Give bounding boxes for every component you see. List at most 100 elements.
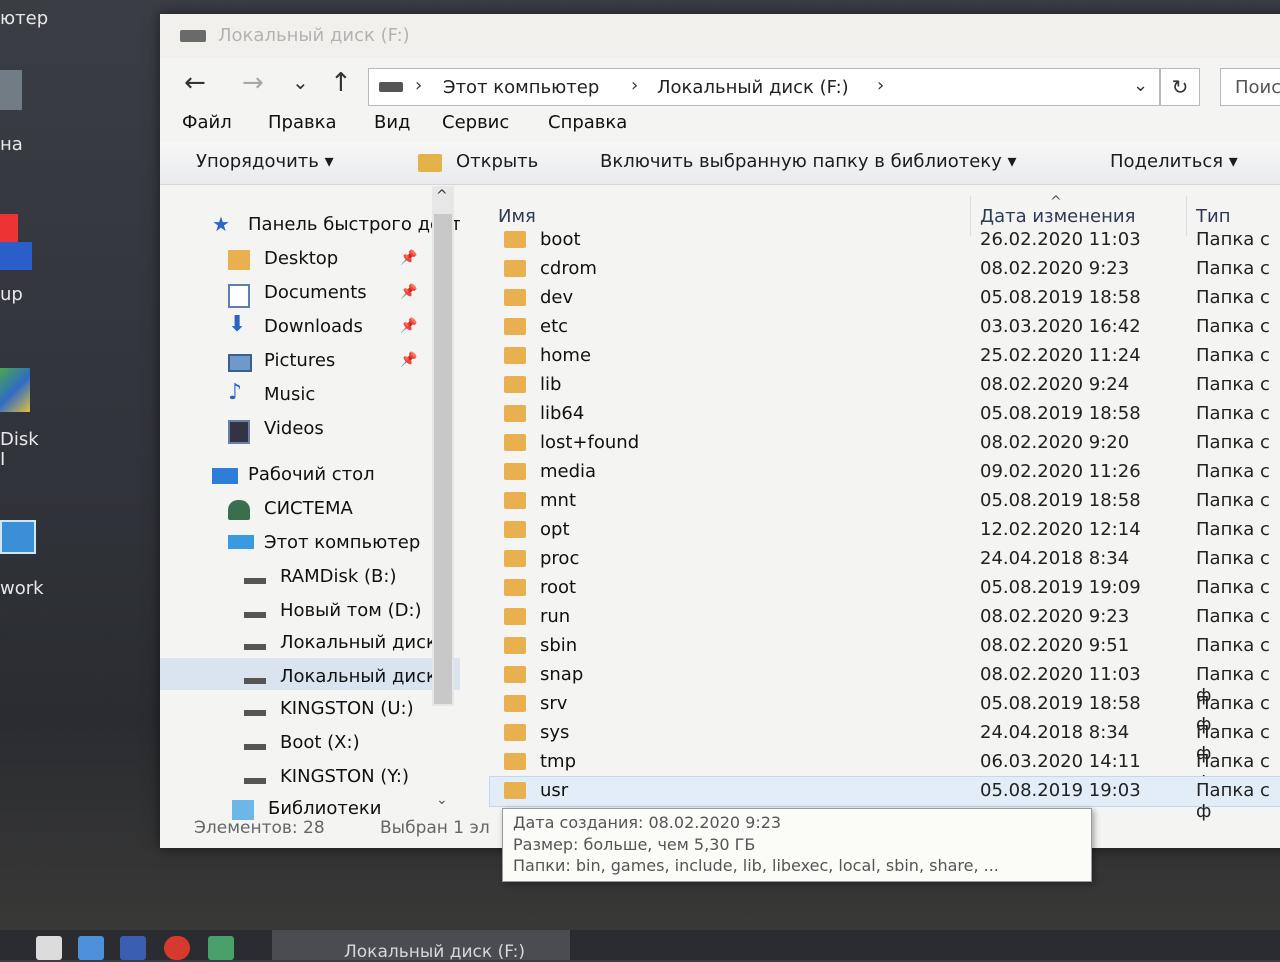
file-row[interactable]: lib64 05.08.2019 18:58 Папка с (490, 400, 1280, 429)
folder-icon (504, 347, 526, 364)
file-row[interactable]: sys 24.04.2018 8:34 Папка с ф (490, 719, 1280, 764)
address-history-dropdown[interactable]: ⌄ (1133, 75, 1148, 96)
file-row[interactable]: opt 12.02.2020 12:14 Папка с (490, 516, 1280, 545)
menu-edit[interactable]: Правка (268, 112, 337, 133)
navigation-bar: ← → ⌄ ↑ › Этот компьютер › Локальный дис… (160, 62, 1280, 112)
disk-tool-icon (0, 368, 30, 412)
scroll-down-arrow[interactable]: ⌄ (436, 792, 448, 808)
desktop-icon-backup[interactable] (0, 214, 36, 274)
file-row[interactable]: etc 03.03.2020 16:42 Папка с (490, 313, 1280, 342)
drive-icon (180, 30, 206, 42)
taskbar-window-title: Локальный диск (F:) (344, 942, 526, 962)
folder-icon (504, 695, 526, 712)
menu-tools[interactable]: Сервис (442, 112, 509, 133)
desktop-label-backup[interactable]: up (0, 284, 23, 305)
item-count: Элементов: 28 (194, 818, 325, 838)
open-folder-icon (418, 154, 442, 172)
breadcrumb-separator[interactable]: › (877, 75, 884, 96)
file-row[interactable]: dev 05.08.2019 18:58 Папка с (490, 284, 1280, 313)
pin-icon: 📌 (400, 250, 418, 266)
search-box[interactable]: Поис (1220, 68, 1280, 106)
file-row[interactable]: snap 08.02.2020 11:03 Папка с ф (490, 661, 1280, 706)
desktop-icon-label: ютер (0, 8, 49, 29)
folder-info-tooltip: Дата создания: 08.02.2020 9:23 Размер: б… (502, 808, 1092, 882)
back-button[interactable]: ← (184, 68, 206, 98)
open-button[interactable]: Открыть (456, 151, 538, 172)
scrollbar-thumb[interactable] (434, 214, 452, 704)
taskbar-app-icon[interactable] (78, 936, 104, 960)
folder-icon (504, 289, 526, 306)
computer-icon (228, 535, 254, 549)
title-bar[interactable]: Локальный диск (F:) (160, 14, 1280, 58)
drive-icon (244, 612, 266, 618)
desktop-label-network[interactable]: work (0, 578, 44, 599)
recycle-bin-icon (0, 70, 22, 110)
recent-locations-button[interactable]: ⌄ (292, 70, 309, 94)
tooltip-created: Дата создания: 08.02.2020 9:23 (513, 813, 782, 832)
taskbar-active-window[interactable]: Локальный диск (F:) (272, 930, 570, 962)
folder-icon (504, 318, 526, 335)
column-header-name[interactable]: Имя (498, 206, 536, 227)
star-icon: ★ (212, 212, 230, 236)
organize-button[interactable]: Упорядочить ▾ (196, 151, 334, 172)
file-row[interactable]: run 08.02.2020 9:23 Папка с (490, 603, 1280, 632)
file-row[interactable]: media 09.02.2020 11:26 Папка с (490, 458, 1280, 487)
file-row[interactable]: boot 26.02.2020 11:03 Папка с (490, 226, 1280, 255)
file-row[interactable]: mnt 05.08.2019 18:58 Папка с (490, 487, 1280, 516)
menu-file[interactable]: Файл (182, 112, 232, 133)
download-arrow-icon: ⬇ (228, 312, 247, 337)
file-row-selected[interactable]: usr 05.08.2019 19:03 Папка с ф (489, 776, 1280, 822)
navigation-pane: ★ Панель быстрого доступа Desktop 📌 Docu… (160, 186, 460, 806)
desktop-label-recycle[interactable]: на (0, 134, 23, 155)
video-film-icon (228, 420, 250, 444)
include-in-library-button[interactable]: Включить выбранную папку в библиотеку ▾ (600, 151, 1017, 172)
folder-icon (504, 260, 526, 277)
file-list: boot 26.02.2020 11:03 Папка с cdrom 08.02.2… (489, 226, 1280, 822)
file-row[interactable]: cdrom 08.02.2020 9:23 Папка с (490, 255, 1280, 284)
share-button[interactable]: Поделиться ▾ (1110, 151, 1238, 172)
taskbar-app-icon[interactable] (120, 936, 146, 960)
file-row[interactable]: proc 24.04.2018 8:34 Папка с (490, 545, 1280, 574)
taskbar: Локальный диск (F:) (0, 930, 1280, 962)
folder-icon (504, 753, 526, 770)
menu-help[interactable]: Справка (548, 112, 627, 133)
breadcrumb-separator[interactable]: › (415, 75, 422, 96)
window-title: Локальный диск (F:) (218, 25, 410, 46)
desktop-label-disk[interactable]: Disk I (0, 430, 39, 470)
file-row[interactable]: lost+found 08.02.2020 9:20 Папка с (490, 429, 1280, 458)
desktop-icon-disk[interactable] (0, 368, 34, 418)
desktop-icon-label: Disk (0, 429, 39, 450)
file-row[interactable]: lib 08.02.2020 9:24 Папка с (490, 371, 1280, 400)
desktop-icon-network[interactable] (0, 520, 36, 570)
folder-icon (504, 550, 526, 567)
menu-view[interactable]: Вид (374, 112, 411, 133)
navigation-scrollbar[interactable]: ^ (432, 186, 454, 706)
breadcrumb-this-pc[interactable]: Этот компьютер (443, 77, 599, 98)
breadcrumb-drive-f[interactable]: Локальный диск (F:) (657, 77, 849, 98)
column-header-date[interactable]: Дата изменения (980, 206, 1135, 227)
file-row[interactable]: tmp06.03.2020 14:11Папка с ф (490, 748, 1280, 793)
file-list-header: ^ Имя Дата изменения Тип (490, 186, 1280, 236)
file-row[interactable]: home 25.02.2020 11:24 Папка с (490, 342, 1280, 371)
forward-button[interactable]: → (242, 68, 264, 98)
desktop-label-computer[interactable]: ютер (0, 8, 48, 29)
file-row[interactable]: sbin 08.02.2020 9:51 Папка с (490, 632, 1280, 661)
command-bar: Упорядочить ▾ Открыть Включить выбранную… (160, 142, 1280, 185)
refresh-button[interactable]: ↻ (1160, 68, 1200, 106)
address-bar[interactable]: › Этот компьютер › Локальный диск (F:) ›… (368, 68, 1160, 106)
file-row[interactable]: root 05.08.2019 19:09 Папка с (490, 574, 1280, 603)
up-button[interactable]: ↑ (330, 68, 352, 98)
taskbar-app-icon[interactable] (36, 936, 62, 960)
desktop-icon-recycle[interactable] (0, 70, 30, 120)
folder-icon (504, 637, 526, 654)
scroll-up-arrow[interactable]: ^ (436, 188, 448, 204)
breadcrumb-separator[interactable]: › (631, 75, 638, 96)
taskbar-app-icon[interactable] (164, 936, 190, 960)
column-header-type[interactable]: Тип (1196, 206, 1230, 227)
file-row[interactable]: srv 05.08.2019 18:58 Папка с ф (490, 690, 1280, 735)
folder-icon (228, 250, 250, 270)
taskbar-app-icon[interactable] (208, 936, 234, 960)
refresh-icon: ↻ (1171, 75, 1189, 99)
desktop-icon-label: I (0, 449, 6, 470)
folder-icon (504, 376, 526, 393)
